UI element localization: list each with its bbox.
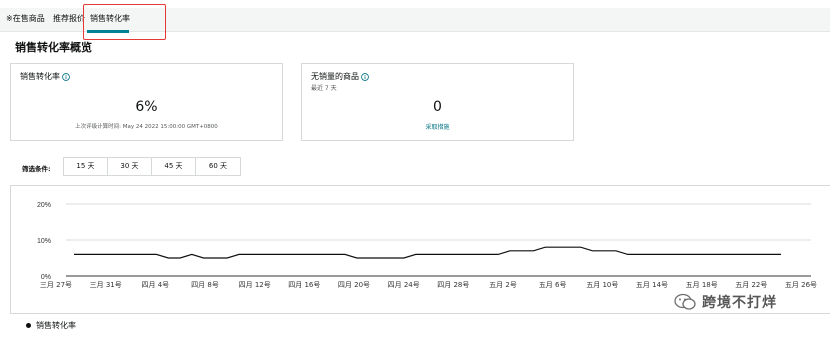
y-tick-label: 10%: [37, 238, 51, 245]
take-action-link[interactable]: 采取措施: [302, 122, 573, 131]
x-tick-label: 三月 31号: [90, 281, 122, 289]
y-tick-label: 20%: [37, 202, 51, 209]
filter-label: 筛选条件:: [22, 165, 51, 173]
wechat-icon: [674, 293, 696, 310]
conversion-rate-card: 销售转化率 6% 上次评级计算时间: May 24 2022 15:00:00 …: [10, 63, 283, 141]
chart-legend: 销售转化率: [26, 320, 76, 331]
info-icon[interactable]: [62, 72, 70, 81]
no-sales-title-text: 无销量的商品: [311, 72, 359, 81]
legend-label: 销售转化率: [36, 321, 76, 330]
x-tick-label: 四月 28号: [437, 281, 469, 289]
no-sales-products-card: 无销量的商品 最近 7 天 0 采取措施: [301, 63, 574, 141]
no-sales-count-value: 0: [433, 99, 442, 115]
info-icon[interactable]: [361, 72, 369, 81]
x-tick-label: 四月 24号: [388, 281, 420, 289]
watermark-text: 跨境不打烊: [702, 295, 777, 311]
x-tick-label: 四月 12号: [239, 281, 271, 289]
x-tick-label: 四月 16号: [288, 281, 320, 289]
tab-active-listings[interactable]: ※在售商品: [6, 8, 45, 32]
tab-bar: ※在售商品 推荐报价 销售转化率: [0, 8, 830, 33]
x-tick-label: 五月 10号: [586, 281, 618, 289]
filter-60-days-button[interactable]: 60 天: [196, 158, 240, 175]
x-tick-label: 四月 8号: [191, 281, 219, 289]
legend-marker: [26, 323, 31, 328]
x-tick-label: 五月 2号: [489, 281, 517, 289]
series-line-conversion-rate: [74, 246, 781, 259]
last-calculated-note: 上次评级计算时间: May 24 2022 15:00:00 GMT+0800: [75, 124, 218, 130]
x-tick-label: 五月 22号: [735, 281, 767, 289]
conversion-rate-value: 6%: [135, 99, 158, 115]
x-tick-label: 五月 18号: [686, 281, 718, 289]
page-title: 销售转化率概览: [15, 41, 92, 54]
x-tick-label: 五月 6号: [539, 281, 567, 289]
date-range-filter: 15 天 30 天 45 天 60 天: [63, 157, 241, 176]
filter-45-days-button[interactable]: 45 天: [152, 158, 196, 175]
x-tick-label: 四月 4号: [141, 281, 169, 289]
filter-30-days-button[interactable]: 30 天: [108, 158, 152, 175]
active-tab-indicator: [87, 30, 129, 33]
tab-recommended-offers[interactable]: 推荐报价: [53, 8, 85, 32]
no-sales-card-subtitle: 最近 7 天: [311, 85, 337, 92]
conversion-rate-title-text: 销售转化率: [20, 72, 60, 81]
y-tick-label: 0%: [41, 274, 51, 281]
x-tick-label: 三月 27号: [40, 281, 72, 289]
x-tick-label: 五月 14号: [636, 281, 668, 289]
conversion-rate-card-title: 销售转化率: [20, 71, 70, 82]
x-tick-label: 五月 26号: [785, 281, 817, 289]
x-tick-label: 四月 20号: [338, 281, 370, 289]
no-sales-card-title: 无销量的商品: [311, 71, 369, 82]
watermark: 跨境不打烊: [674, 292, 777, 312]
tab-sales-conversion[interactable]: 销售转化率: [90, 8, 130, 32]
filter-15-days-button[interactable]: 15 天: [64, 158, 108, 175]
